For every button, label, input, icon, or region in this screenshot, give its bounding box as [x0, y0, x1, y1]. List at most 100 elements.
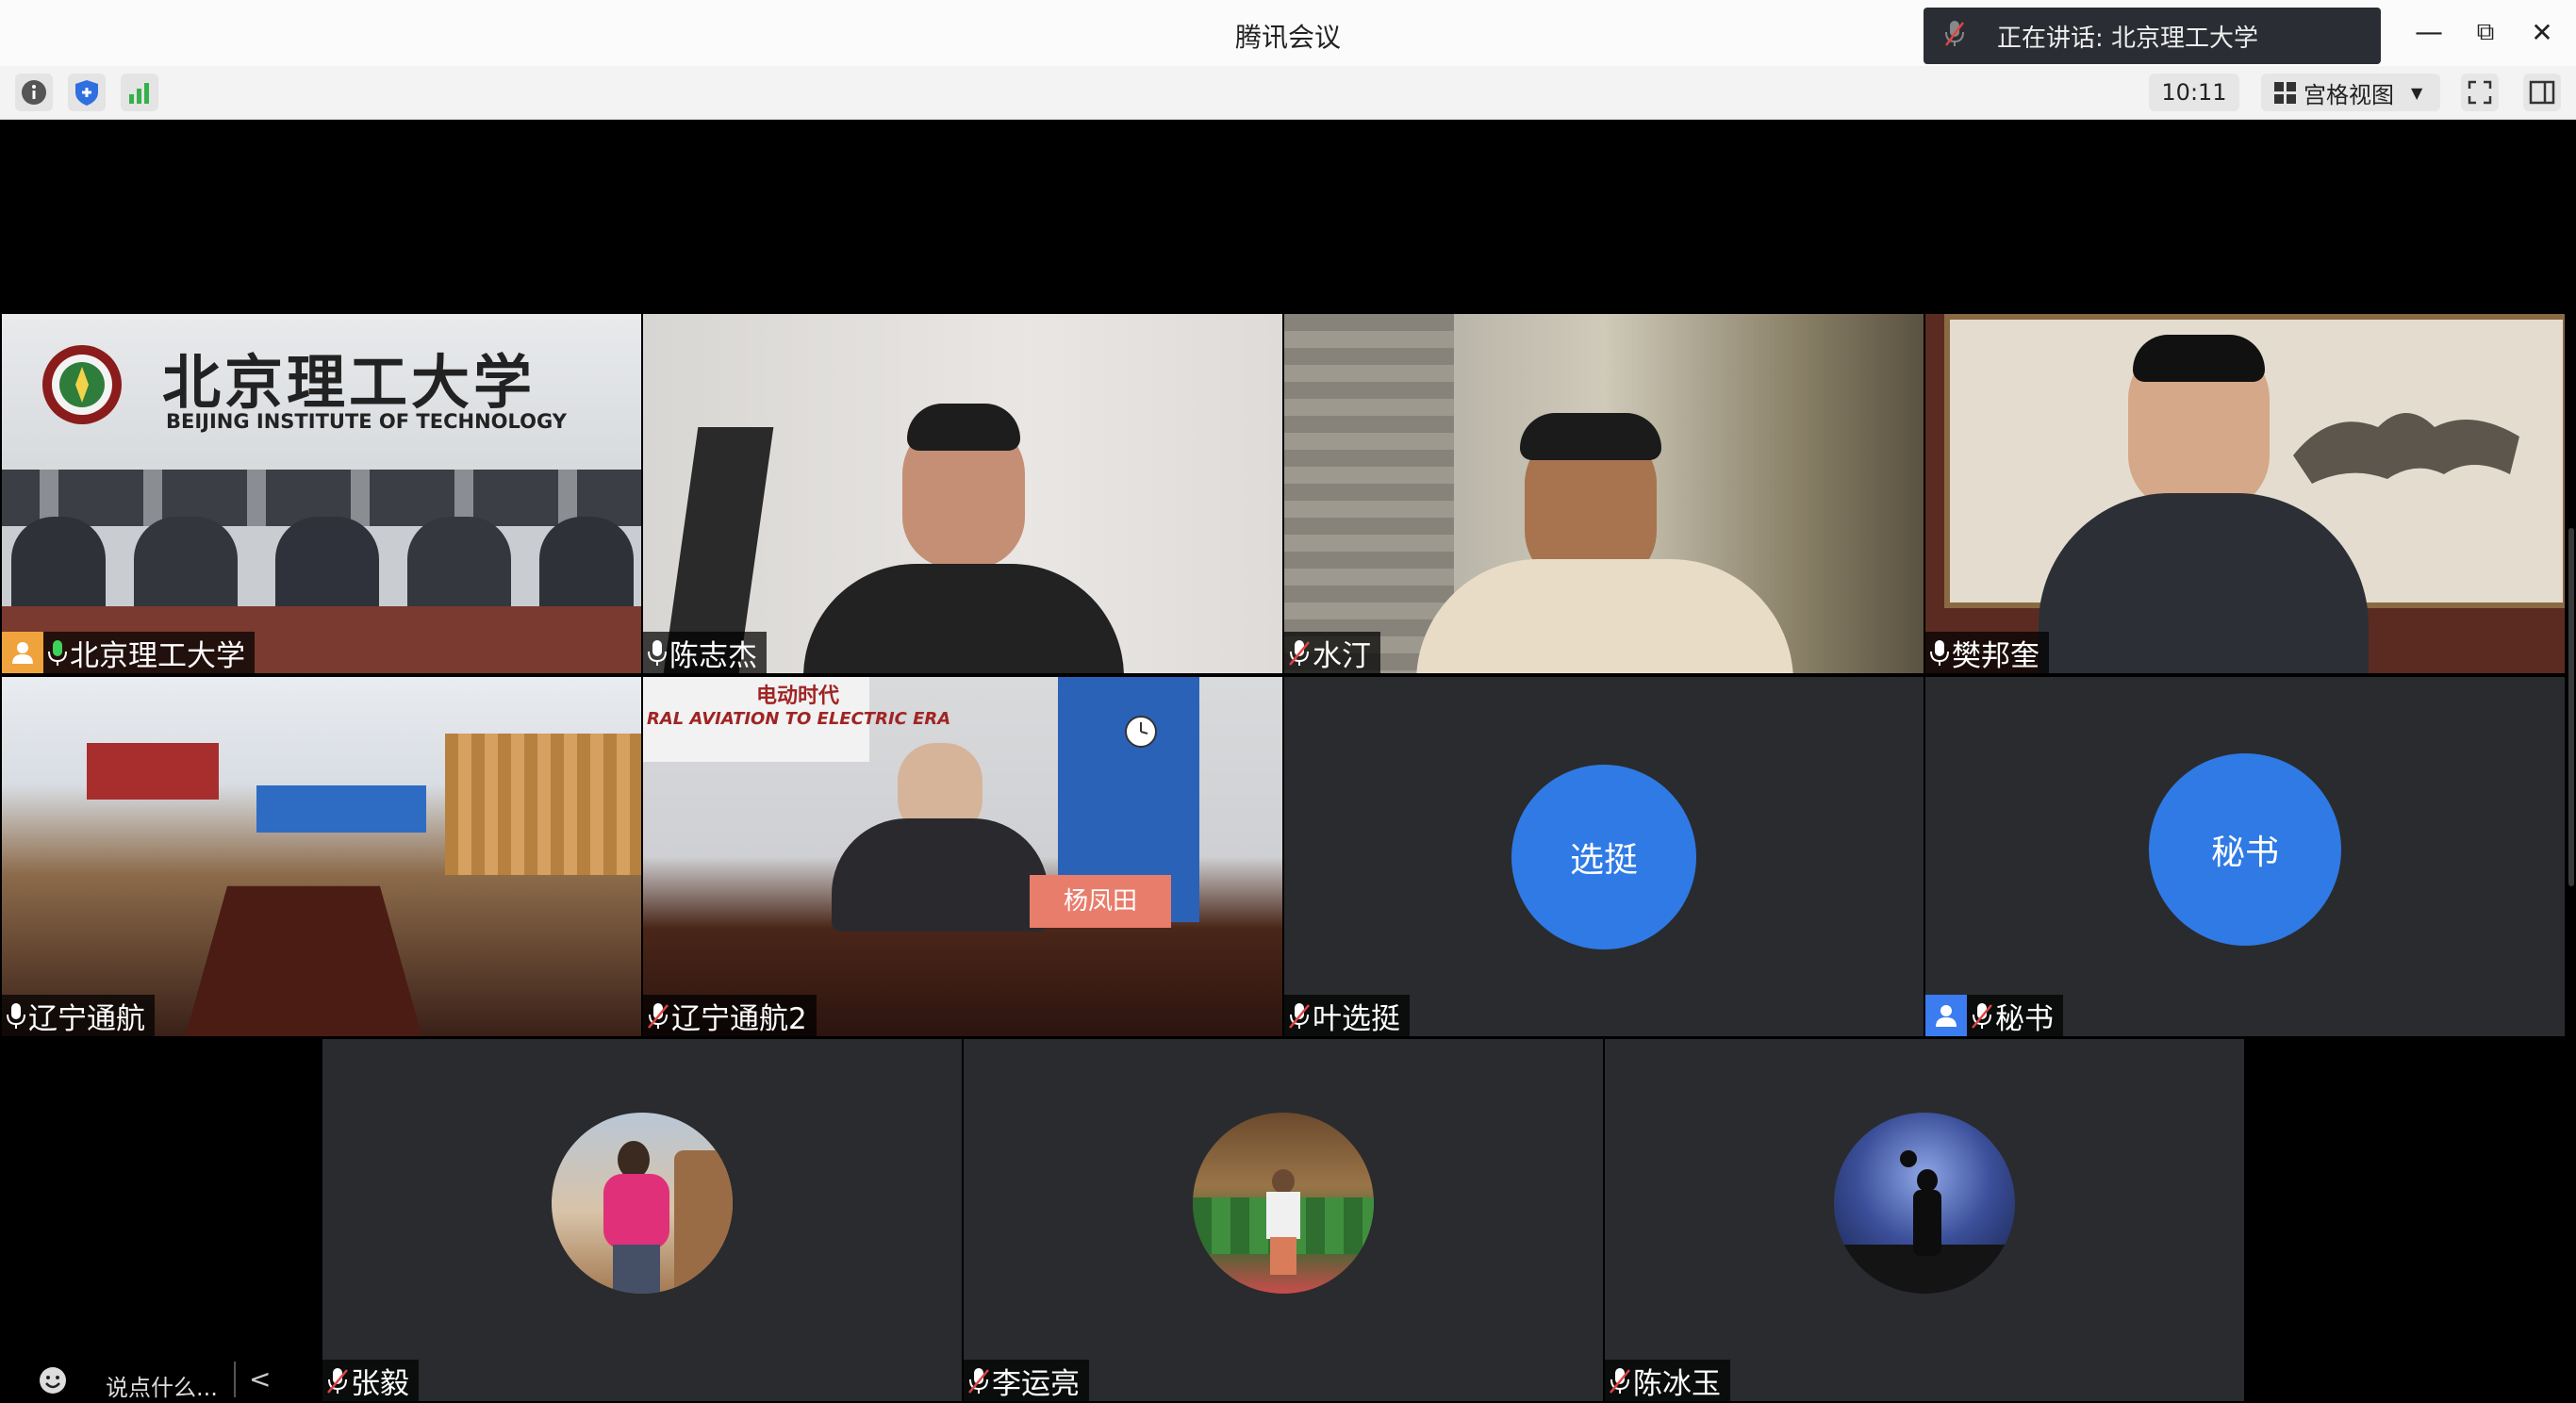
meeting-clock: 10:11	[2149, 74, 2239, 111]
participant-nametag: 辽宁通航2	[643, 995, 817, 1036]
participant-nametag: 樊邦奎	[1925, 632, 2049, 673]
security-button[interactable]	[68, 74, 106, 111]
person-hair	[2133, 335, 2265, 382]
mic-muted-icon	[1288, 638, 1311, 667]
toolbar: 10:11 宫格视图 ▼	[0, 66, 2576, 120]
participant-nametag: 北京理工大学	[2, 632, 255, 673]
minimize-button[interactable]: —	[2410, 13, 2448, 51]
person-legs	[1270, 1237, 1296, 1275]
scrollbar[interactable]	[2568, 528, 2574, 886]
banner-cn: 电动时代	[756, 685, 840, 708]
participant-nametag: 张毅	[322, 1360, 419, 1401]
info-button[interactable]	[15, 74, 53, 111]
person-head	[1272, 1169, 1295, 1194]
video-tile[interactable]: 樊邦奎	[1925, 314, 2565, 673]
avatar: 选挺	[1511, 764, 1696, 949]
person-hair	[907, 404, 1020, 451]
cohost-icon	[1925, 995, 1967, 1036]
mic-muted-icon	[1971, 1001, 1993, 1030]
participant-name: 陈冰玉	[1633, 1366, 1721, 1401]
participant-name: 叶选挺	[1313, 1001, 1400, 1036]
video-tile[interactable]: 辽宁通航	[2, 677, 641, 1036]
grid-view-icon	[2274, 81, 2296, 104]
title-bar: 腾讯会议 正在讲话: 北京理工大学 — ⧉ ✕	[0, 0, 2576, 67]
emoji-button[interactable]	[38, 1365, 68, 1401]
participant-name: 张毅	[351, 1366, 409, 1401]
participant-nametag: 秘书	[1925, 995, 2063, 1036]
person-legs	[613, 1245, 660, 1294]
video-tile[interactable]: 陈志杰	[643, 314, 1282, 673]
mic-muted-icon	[1288, 1001, 1311, 1030]
mic-on-icon	[1929, 638, 1950, 667]
mic-on-icon	[47, 638, 68, 667]
participant-name: 水汀	[1313, 638, 1371, 673]
minimize-icon: —	[2415, 15, 2443, 49]
person-hair	[1520, 413, 1661, 460]
chevron-left-icon: <	[249, 1363, 272, 1395]
rock	[674, 1150, 733, 1294]
video-tile[interactable]: 陈冰玉	[1605, 1039, 2244, 1401]
participant-name: 李运亮	[992, 1366, 1080, 1401]
participant-name: 陈志杰	[669, 638, 757, 673]
person-head	[1917, 1169, 1938, 1192]
person-head	[618, 1141, 650, 1179]
person-body	[603, 1174, 669, 1249]
participant-name: 秘书	[1995, 1001, 2054, 1036]
mic-on-icon	[6, 1001, 26, 1030]
mic-muted-icon	[326, 1366, 349, 1395]
signal-bars-icon	[129, 83, 149, 104]
video-tile[interactable]: 水汀	[1284, 314, 1924, 673]
info-icon	[22, 80, 46, 105]
video-tile[interactable]: 电动时代 RAL AVIATION TO ELECTRIC ERA 杨凤田 辽宁…	[643, 677, 1282, 1036]
participant-nametag: 辽宁通航	[2, 995, 155, 1036]
person-body	[803, 564, 1124, 673]
bit-emblem-icon	[42, 345, 122, 424]
side-panel-icon	[2529, 80, 2555, 105]
avatar	[552, 1113, 733, 1294]
mic-muted-icon	[1944, 19, 1965, 54]
screen-panel	[256, 785, 426, 833]
restore-button[interactable]: ⧉	[2467, 13, 2504, 51]
network-status-button[interactable]	[121, 74, 158, 111]
emoji-icon	[40, 1367, 66, 1394]
person-body	[1416, 559, 1793, 673]
wall-banner	[87, 743, 219, 800]
view-selector[interactable]: 宫格视图 ▼	[2261, 74, 2440, 111]
mic-muted-icon	[647, 1001, 669, 1030]
avatar	[1193, 1113, 1374, 1294]
avatar	[1834, 1113, 2015, 1294]
participant-name: 辽宁通航2	[671, 1001, 807, 1036]
video-tile[interactable]: 北京理工大学 BEIJING INSTITUTE OF TECHNOLOGY 北…	[2, 314, 641, 673]
name-plate: 杨凤田	[1030, 875, 1171, 928]
window-blinds	[445, 734, 641, 875]
participant-nametag: 叶选挺	[1284, 995, 1410, 1036]
mic-muted-icon	[1609, 1366, 1631, 1395]
view-label: 宫格视图	[2304, 81, 2394, 108]
participant-nametag: 水汀	[1284, 632, 1380, 673]
video-tile[interactable]: 李运亮	[964, 1039, 1603, 1401]
bit-logo-en: BEIJING INSTITUTE OF TECHNOLOGY	[166, 410, 567, 433]
video-tile[interactable]: 张毅	[322, 1039, 962, 1401]
close-icon: ✕	[2531, 16, 2553, 48]
close-button[interactable]: ✕	[2523, 13, 2561, 51]
collapse-chat-button[interactable]: <	[249, 1363, 271, 1395]
participants-row	[2, 498, 641, 620]
fullscreen-button[interactable]	[2461, 74, 2499, 111]
participant-name: 辽宁通航	[28, 1001, 145, 1036]
restore-icon: ⧉	[2476, 17, 2495, 46]
video-tile[interactable]: 选挺 叶选挺	[1284, 677, 1924, 1036]
building-view	[1284, 314, 1454, 673]
shield-icon	[75, 80, 98, 106]
sidebar-toggle-button[interactable]	[2523, 74, 2561, 111]
mic-muted-icon	[967, 1366, 990, 1395]
video-tile[interactable]: 秘书 秘书	[1925, 677, 2565, 1036]
horse-painting-art	[2293, 413, 2519, 484]
speaking-label: 正在讲话: 北京理工大学	[1997, 24, 2259, 53]
fullscreen-icon	[2468, 80, 2492, 105]
participant-nametag: 陈冰玉	[1605, 1360, 1730, 1401]
chat-bar: 说点什么... <	[0, 1356, 302, 1403]
participant-name: 樊邦奎	[1952, 638, 2039, 673]
mic-on-icon	[647, 638, 668, 667]
person-body	[832, 818, 1049, 932]
chat-input[interactable]: 说点什么...	[106, 1369, 218, 1402]
